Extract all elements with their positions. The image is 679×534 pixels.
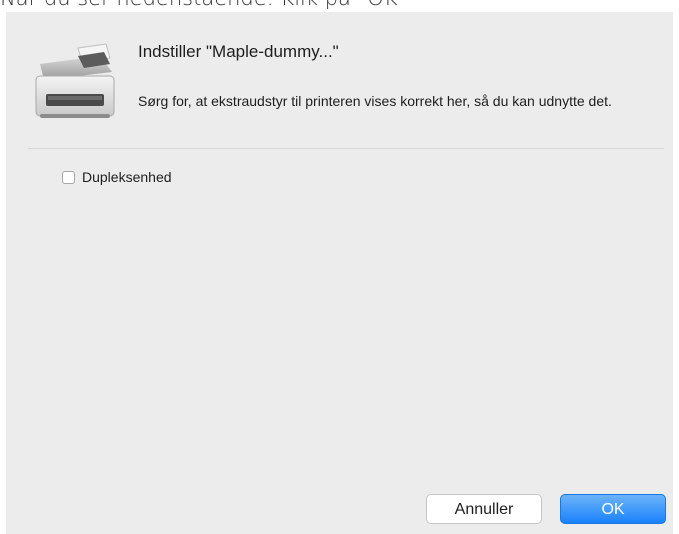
dialog-title: Indstiller "Maple-dummy..." bbox=[138, 42, 339, 61]
printer-icon bbox=[30, 42, 120, 124]
ok-button[interactable]: OK bbox=[560, 494, 666, 524]
option-duplex-unit[interactable]: Dupleksenhed bbox=[62, 169, 172, 185]
divider bbox=[28, 148, 664, 149]
page-caption: Når du ser nedenstående: Klik på "OK" bbox=[0, 0, 679, 12]
dialog-message: Sørg for, at ekstraudstyr til printeren … bbox=[138, 93, 612, 109]
cancel-button[interactable]: Annuller bbox=[426, 494, 542, 524]
duplex-checkbox[interactable] bbox=[62, 170, 75, 184]
duplex-label: Dupleksenhed bbox=[82, 169, 172, 185]
printer-setup-dialog: Indstiller "Maple-dummy..." Sørg for, at… bbox=[6, 12, 673, 534]
